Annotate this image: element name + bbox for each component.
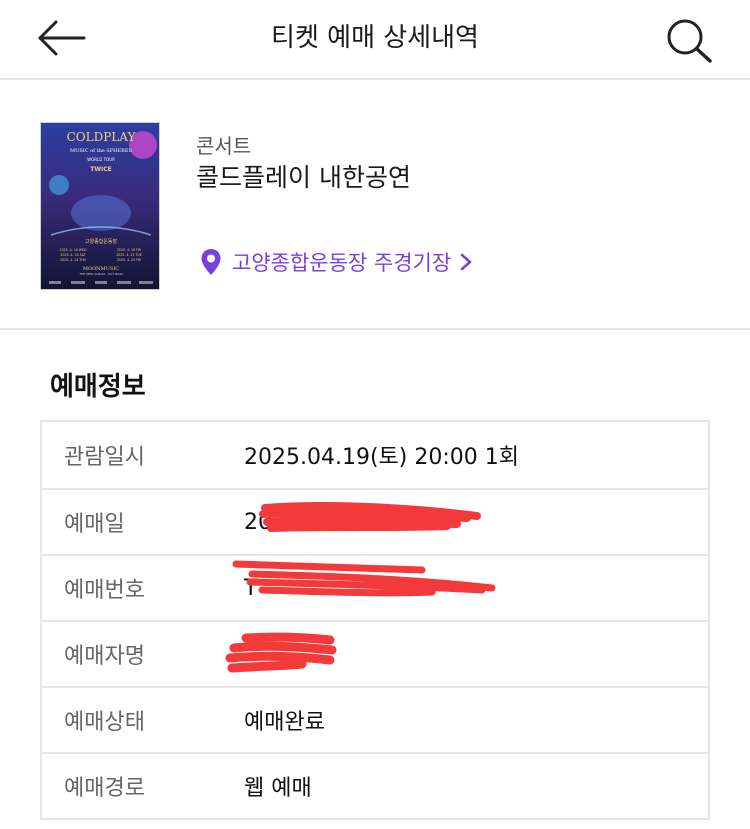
info-value: 예매완료	[244, 710, 325, 735]
chevron-right-icon	[460, 253, 472, 271]
poster-date: 2025. 4. 16 WED	[60, 248, 87, 252]
info-label: 예매번호	[64, 578, 145, 603]
event-poster[interactable]: COLDPLAY MUSIC of the SPHERES WORLD TOUR…	[40, 122, 160, 290]
poster-subtitle: WORLD TOUR	[87, 157, 115, 162]
event-title: 콜드플레이 내한공연	[196, 163, 411, 192]
location-pin-icon	[201, 249, 221, 275]
redaction-mark	[232, 560, 496, 597]
info-label: 예매일	[64, 512, 125, 537]
booking-section-title: 예매정보	[50, 372, 146, 402]
redaction-mark	[259, 502, 481, 532]
poster-date: 2025. 4. 24 THU	[60, 258, 87, 262]
venue-link[interactable]: 고양종합운동장 주경기장	[200, 246, 473, 278]
poster-date: 2025. 4. 19 SAT	[60, 253, 85, 257]
booking-info-table: 관람일시 2025.04.19(토) 20:00 1회 예매일 20 예매번호 …	[40, 420, 710, 820]
poster-venue: 고양종합운동장	[85, 238, 118, 245]
page-title: 티켓 예매 상세내역	[271, 23, 479, 53]
info-label: 예매자명	[64, 644, 145, 669]
venue-name: 고양종합운동장 주경기장	[232, 251, 452, 275]
info-row-booking-date: 예매일 20	[42, 488, 708, 554]
poster-date: 2025. 4. 18 FRI	[117, 248, 141, 252]
search-icon[interactable]	[664, 16, 714, 64]
poster-tagline: THE NEW ALBUM - OUT NOW	[78, 272, 123, 276]
info-label: 관람일시	[64, 445, 145, 470]
info-label: 예매상태	[64, 710, 145, 735]
poster-guest: TWICE	[90, 166, 111, 173]
poster-band: COLDPLAY	[67, 130, 137, 144]
info-value: 2025.04.19(토) 20:00 1회	[244, 445, 519, 470]
info-row-booking-number: 예매번호 T	[42, 554, 708, 620]
info-label: 예매경로	[64, 776, 145, 801]
event-category: 콘서트	[196, 134, 252, 158]
poster-date: 2025. 4. 25 FRI	[117, 258, 141, 262]
info-row-view-date: 관람일시 2025.04.19(토) 20:00 1회	[42, 422, 708, 488]
redaction-mark	[225, 632, 337, 673]
info-row-booking-channel: 예매경로 웹 예매	[42, 752, 708, 818]
event-summary: COLDPLAY MUSIC of the SPHERES WORLD TOUR…	[0, 82, 750, 330]
poster-tour: MUSIC of the SPHERES	[70, 148, 133, 154]
poster-date: 2025. 4. 22 TUE	[116, 253, 142, 257]
info-value: 웹 예매	[244, 776, 312, 801]
top-bar: 티켓 예매 상세내역	[0, 0, 750, 80]
info-row-booker-name: 예매자명	[42, 620, 708, 686]
info-row-booking-status: 예매상태 예매완료	[42, 686, 708, 752]
